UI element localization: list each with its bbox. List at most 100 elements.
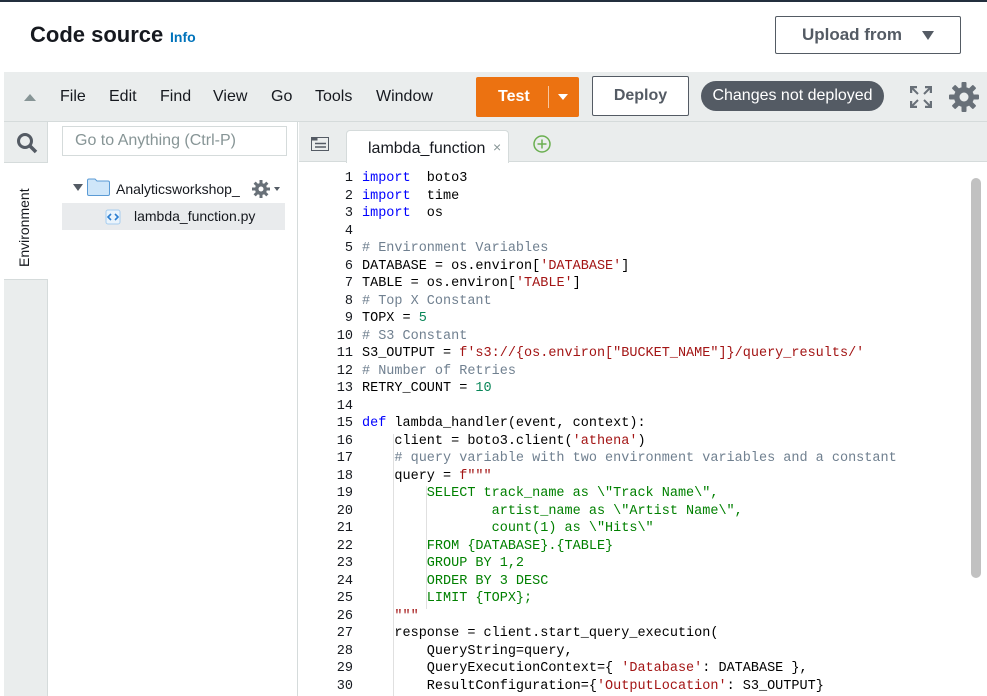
line-text: ResultConfiguration={'OutputLocation': S… — [362, 679, 824, 694]
code-token: count(1) as \"Hits\" — [362, 521, 654, 536]
line-text: # Number of Retries — [362, 364, 516, 379]
line-number: 5 — [344, 241, 353, 256]
menu-find[interactable]: Find — [160, 88, 191, 106]
code-line: 29 QueryExecutionContext={ 'Database': D… — [299, 661, 969, 679]
line-number: 25 — [336, 591, 353, 606]
code-token: 'Database' — [621, 661, 703, 676]
folder-menu-caret-icon[interactable] — [274, 187, 280, 191]
code-editor-area: lambda_function × 1 import boto3 2 import t… — [299, 122, 987, 696]
ide-left-sidebar: Environment — [4, 122, 48, 696]
expand-triangle-icon[interactable] — [73, 184, 83, 191]
code-token: QueryExecutionContext={ — [362, 661, 622, 676]
fullscreen-icon[interactable] — [910, 86, 932, 108]
code-source-header: Code source Info Upload from — [0, 2, 987, 72]
upload-from-label: Upload from — [801, 25, 903, 44]
caret-down-icon — [922, 30, 935, 40]
page-title: Code source — [30, 22, 164, 47]
upload-from-button[interactable]: Upload from — [775, 16, 961, 54]
line-number: 8 — [344, 293, 353, 309]
code-line: 30 ResultConfiguration={'OutputLocation'… — [299, 679, 969, 696]
go-to-anything-input[interactable] — [62, 126, 287, 156]
menu-edit[interactable]: Edit — [109, 88, 137, 106]
line-text: client = boto3.client('athena') — [362, 434, 645, 449]
code-token: GROUP BY 1,2 — [362, 556, 525, 571]
line-text: # query variable with two environment va… — [362, 451, 897, 466]
code-token: import — [362, 206, 411, 221]
file-tree-panel: Analyticsworkshop_ lambda_function.py — [49, 122, 298, 696]
line-text: import boto3 — [362, 171, 467, 186]
menu-window[interactable]: Window — [376, 88, 433, 106]
code-line: 21 count(1) as \"Hits\" — [299, 521, 969, 539]
tabs-menu-icon[interactable] — [311, 137, 329, 151]
code-token: lambda_handler(event, context): — [386, 416, 646, 431]
menu-file[interactable]: File — [60, 88, 86, 106]
code-token: S3_OUTPUT = — [362, 346, 460, 361]
code-line: 2 import time — [299, 189, 969, 207]
menu-go[interactable]: Go — [271, 88, 292, 106]
line-number: 13 — [336, 381, 353, 396]
code-token: ] — [621, 258, 630, 274]
line-text: S3_OUTPUT = f's3://{os.environ["BUCKET_N… — [362, 346, 864, 361]
code-token: f""" — [459, 468, 492, 484]
code-token: response = client.start_query_execution( — [362, 626, 719, 641]
menu-view[interactable]: View — [213, 88, 247, 106]
code-line: 1 import boto3 — [299, 171, 969, 189]
test-button[interactable]: Test — [476, 77, 579, 117]
line-text: ORDER BY 3 DESC — [362, 573, 549, 589]
line-number: 23 — [336, 556, 353, 571]
add-tab-icon[interactable] — [532, 134, 552, 154]
line-number: 3 — [344, 206, 353, 221]
code-token: LIMIT {TOPX}; — [362, 591, 533, 606]
line-text: query = f""" — [362, 468, 492, 484]
line-text: DATABASE = os.environ['DATABASE'] — [362, 259, 629, 274]
code-line: 22 FROM {DATABASE}.{TABLE} — [299, 539, 969, 557]
code-line: 13 RETRY_COUNT = 10 — [299, 381, 969, 399]
code-token: # Top X Constant — [362, 293, 492, 309]
code-content[interactable]: 1 import boto3 2 import time 3 import os 4 5 # E… — [299, 171, 987, 696]
code-line: 16 client = boto3.client('athena') — [299, 434, 969, 452]
code-token: TABLE = os.environ[ — [362, 276, 516, 291]
line-number: 6 — [344, 258, 353, 274]
line-text: import os — [362, 206, 443, 221]
code-token: ORDER BY 3 DESC — [362, 573, 549, 589]
collapse-up-icon[interactable] — [24, 94, 36, 101]
ide-menubar: File Edit Find View Go Tools Window Test… — [4, 72, 987, 122]
folder-row[interactable]: Analyticsworkshop_ — [69, 178, 289, 200]
line-number: 9 — [344, 311, 353, 326]
vertical-scrollbar[interactable] — [971, 178, 981, 578]
line-text: RETRY_COUNT = 10 — [362, 381, 492, 396]
folder-gear-icon[interactable] — [251, 179, 271, 199]
split-divider — [548, 86, 549, 108]
line-number: 22 — [336, 538, 353, 554]
menu-tools[interactable]: Tools — [315, 88, 352, 106]
environment-tab[interactable]: Environment — [4, 162, 48, 280]
info-link[interactable]: Info — [170, 29, 196, 45]
test-label: Test — [498, 88, 530, 105]
code-token: 'DATABASE' — [540, 258, 622, 274]
code-line: 25 LIMIT {TOPX}; — [299, 591, 969, 609]
line-number: 12 — [336, 363, 353, 379]
close-tab-icon[interactable]: × — [493, 139, 501, 155]
line-text: QueryString=query, — [362, 644, 573, 659]
code-token: """ — [362, 608, 419, 624]
code-token: # Number of Retries — [362, 363, 516, 379]
file-row-lambda-function[interactable]: lambda_function.py — [62, 203, 285, 230]
code-line: 15 def lambda_handler(event, context): — [299, 416, 969, 434]
code-token: FROM {DATABASE}.{TABLE} — [362, 538, 614, 554]
folder-icon — [87, 178, 110, 196]
line-text: count(1) as \"Hits\" — [362, 521, 654, 536]
code-token: query = — [362, 468, 460, 484]
code-token: # query variable with two environment va… — [362, 451, 897, 466]
code-token: : S3_OUTPUT} — [726, 678, 824, 694]
code-token: QueryString=query, — [362, 643, 573, 659]
search-icon[interactable] — [16, 132, 38, 154]
code-token: TOPX = — [362, 311, 419, 326]
test-dropdown-icon[interactable] — [558, 94, 568, 100]
tab-lambda-function[interactable]: lambda_function × — [346, 130, 509, 163]
deploy-button[interactable]: Deploy — [592, 76, 689, 116]
folder-name: Analyticsworkshop_ — [116, 181, 240, 197]
settings-gear-icon[interactable] — [948, 81, 980, 113]
line-number: 26 — [336, 608, 353, 624]
line-number: 2 — [344, 188, 353, 204]
code-token: import — [362, 188, 411, 204]
